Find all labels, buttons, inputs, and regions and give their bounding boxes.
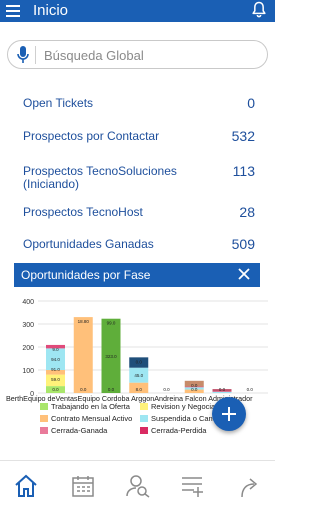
chart-data-label: 0.0 <box>247 387 254 392</box>
chart-data-label: 99.0 <box>107 321 116 326</box>
page-title: Inicio <box>33 2 69 19</box>
bottom-navigation <box>0 460 275 510</box>
chart-bar-segment <box>73 317 93 393</box>
chart-legend-label: Suspendida o Canc <box>151 414 217 423</box>
chart-y-tick-label: 100 <box>22 368 34 375</box>
metric-value: 28 <box>239 204 255 220</box>
chart-data-label: 45.0 <box>134 373 143 378</box>
chart-bar-segment <box>212 391 232 393</box>
chart-legend-swatch <box>140 427 148 434</box>
metric-prospectos-tecnosoluciones[interactable]: Prospectos TecnoSoluciones (Iniciando) 1… <box>23 163 255 191</box>
metric-label: Oportunidades Ganadas <box>23 237 154 251</box>
chart-legend-swatch <box>40 415 48 422</box>
search-divider <box>35 46 36 64</box>
metric-open-tickets[interactable]: Open Tickets 0 <box>23 95 255 111</box>
metric-oportunidades-ganadas[interactable]: Oportunidades Ganadas 509 <box>23 236 255 252</box>
home-icon[interactable] <box>13 473 39 499</box>
chart-data-label: 0.0 <box>163 387 170 392</box>
playlist-add-icon[interactable] <box>180 473 206 499</box>
chart-y-tick-label: 200 <box>22 345 34 352</box>
chart-legend-label: Cerrada-Perdida <box>151 426 207 435</box>
chart-data-label: 0.0 <box>191 387 198 392</box>
chart-y-tick-label: 300 <box>22 322 34 329</box>
contact-search-icon[interactable] <box>125 473 151 499</box>
chart-data-label: 94.0 <box>51 357 60 362</box>
chart-data-label: 0.0 <box>219 387 226 392</box>
metric-value: 532 <box>231 128 255 144</box>
global-search-bar[interactable] <box>7 40 268 69</box>
metric-value: 509 <box>231 236 255 252</box>
chart-legend-swatch <box>40 403 48 410</box>
metric-label: Prospectos TecnoHost <box>23 205 143 219</box>
chart-data-label: 0.0 <box>52 387 59 392</box>
hamburger-menu-icon[interactable] <box>6 5 20 17</box>
top-app-bar: Inicio <box>0 0 275 22</box>
chart-legend-label: Contrato Mensual Activo <box>51 414 132 423</box>
metric-label: Prospectos TecnoSoluciones (Iniciando) <box>23 164 177 191</box>
bell-icon[interactable] <box>249 0 269 20</box>
chart-legend-swatch <box>140 415 148 422</box>
chart-legend-swatch <box>40 427 48 434</box>
metric-value: 113 <box>232 163 255 179</box>
metric-label: Prospectos por Contactar <box>23 129 160 143</box>
metric-prospectos-tecnohost[interactable]: Prospectos TecnoHost 28 <box>23 204 255 220</box>
chart-data-label: 91.0 <box>51 367 60 372</box>
chart-legend-label: Trabajando en la Oferta <box>51 402 131 411</box>
metric-value: 0 <box>247 95 255 111</box>
plus-icon <box>222 407 236 421</box>
close-icon[interactable] <box>238 268 250 280</box>
metric-label: Open Tickets <box>23 96 94 110</box>
chart-legend-label: Revision y Negociaci <box>151 402 221 411</box>
share-arrow-icon[interactable] <box>236 473 262 499</box>
chart-data-label: 323.0 <box>105 354 117 359</box>
chart-data-label: 0.0 <box>80 387 87 392</box>
chart-panel-header: Oportunidades por Fase <box>14 263 260 287</box>
chart-data-label: 18.80 <box>78 319 90 324</box>
chart-data-label: 0.0 <box>136 359 143 364</box>
chart-data-label: 59.0 <box>51 377 60 382</box>
chart-data-label: 8.0 <box>136 387 143 392</box>
chart-data-label: 0.0 <box>108 387 115 392</box>
chart-data-label: 9.0 <box>52 347 59 352</box>
add-fab-button[interactable] <box>212 397 246 431</box>
chart-panel-title: Oportunidades por Fase <box>21 268 151 282</box>
microphone-icon[interactable] <box>16 45 30 65</box>
chart-y-tick-label: 400 <box>22 299 34 306</box>
chart-legend-swatch <box>140 403 148 410</box>
chart-legend-label: Cerrada-Ganada <box>51 426 108 435</box>
search-input[interactable] <box>44 46 254 64</box>
calendar-icon[interactable] <box>70 473 96 499</box>
metric-prospectos-por-contactar[interactable]: Prospectos por Contactar 532 <box>23 128 255 144</box>
